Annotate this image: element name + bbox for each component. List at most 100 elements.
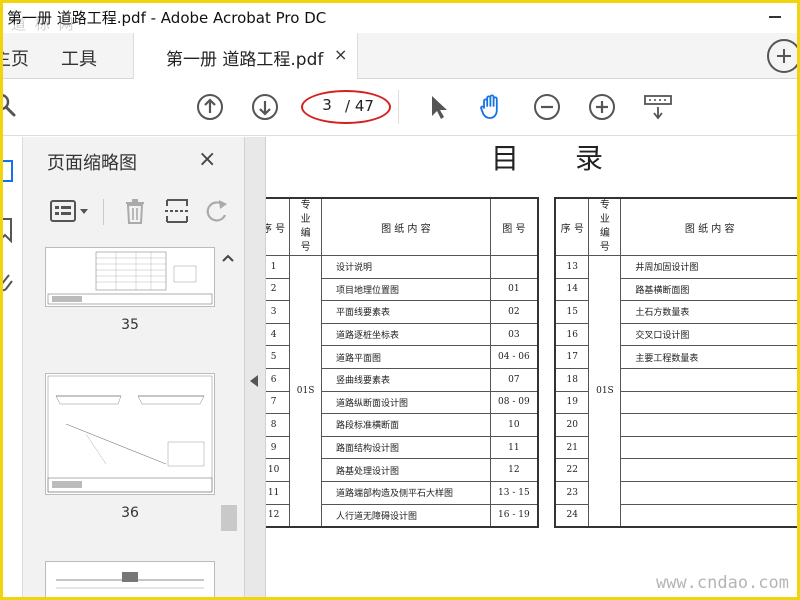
thumbnail-toolbar <box>43 195 243 229</box>
drawing-number: 07 <box>489 367 539 392</box>
search-icon[interactable] <box>3 94 17 118</box>
row-number: 4 <box>266 322 291 347</box>
rotate-page-icon[interactable] <box>203 197 231 225</box>
drawing-title <box>620 503 797 528</box>
bookmarks-icon[interactable] <box>3 217 17 243</box>
close-tab-icon[interactable]: × <box>334 45 347 64</box>
page-thumbnails-panel: 页面缩略图 × 35 36 <box>23 137 244 597</box>
row-number: 21 <box>554 435 590 460</box>
drawing-title: 井周加固设计图 <box>620 255 797 279</box>
row-number: 16 <box>554 322 590 347</box>
row-number: 8 <box>266 413 291 437</box>
row-number: 6 <box>266 367 291 392</box>
panel-title: 页面缩略图 <box>47 153 137 174</box>
watermark-logo-top: 道 标 网 <box>11 15 76 33</box>
minimize-button[interactable] <box>769 7 783 21</box>
drawing-title <box>620 390 797 415</box>
tab-document[interactable]: 第一册 道路工程.pdf × <box>133 33 358 79</box>
row-number: 13 <box>554 255 590 279</box>
document-heading: 目录 <box>491 142 660 175</box>
keyboard-scroll-icon[interactable] <box>643 93 673 121</box>
drawing-title: 交叉口设计图 <box>620 322 797 347</box>
tab-bar: 主页 工具 第一册 道路工程.pdf × <box>3 33 797 79</box>
drawing-title: 路面结构设计图 <box>320 435 491 460</box>
thumbnail-list: 35 36 <box>23 247 223 597</box>
drawing-number: 04 - 06 <box>489 345 539 369</box>
drawing-title: 项目地理位置图 <box>320 277 491 302</box>
navigation-pane-icons <box>3 137 23 597</box>
drawing-title <box>620 480 797 505</box>
select-arrow-icon[interactable] <box>425 93 453 121</box>
thumbnail-options-icon[interactable] <box>49 197 91 225</box>
row-number: 3 <box>266 300 291 324</box>
tab-home[interactable]: 主页 <box>3 45 29 71</box>
drawing-title: 道路逐桩坐标表 <box>320 322 491 347</box>
drawing-title: 竖曲线要素表 <box>320 367 491 392</box>
drawing-number: 12 <box>489 458 539 482</box>
row-number: 9 <box>266 435 291 460</box>
page-up-icon[interactable] <box>196 93 224 121</box>
drawing-title: 路基处理设计图 <box>320 458 491 482</box>
close-panel-icon[interactable]: × <box>198 147 216 172</box>
add-tab-icon[interactable] <box>767 39 797 73</box>
attachments-icon[interactable] <box>3 271 17 297</box>
row-number: 24 <box>554 503 590 528</box>
tab-tools[interactable]: 工具 <box>61 45 97 71</box>
drawing-title: 土石方数量表 <box>620 300 797 324</box>
column-header: 序 号 <box>266 197 291 256</box>
row-number: 2 <box>266 277 291 302</box>
table-row: 13 01S 井周加固设计图 <box>554 254 797 528</box>
page-number-input[interactable] <box>315 96 339 114</box>
panel-collapse-bar[interactable] <box>244 137 266 597</box>
thumbnail-page-36[interactable] <box>45 373 215 495</box>
table-row: 1 01S 设计说明 <box>266 254 539 528</box>
thumbnail-page-37[interactable] <box>45 561 215 597</box>
scrollbar-thumb[interactable] <box>221 505 237 531</box>
column-header: 图 纸 内 容 <box>320 197 491 256</box>
drawing-number: 03 <box>489 322 539 347</box>
toc-table-left: 序 号 专 业 编 号 图 纸 内 容 图 号 1 01S 设计说明 2 项目地理位置图… <box>266 197 539 528</box>
column-header: 图 号 <box>489 197 539 256</box>
drawing-number: 01 <box>489 277 539 302</box>
thumbnail-scrollbar[interactable] <box>219 247 239 597</box>
scroll-up-icon[interactable] <box>222 251 234 265</box>
document-view[interactable]: 目录 序 号 专 业 编 号 图 纸 内 容 图 号 1 01S 设计说明 2 项目地理… <box>266 137 797 597</box>
zoom-in-icon[interactable] <box>588 93 616 121</box>
insert-page-icon[interactable] <box>163 197 191 225</box>
page-thumbnails-icon[interactable] <box>3 159 17 185</box>
delete-page-icon[interactable] <box>121 197 149 225</box>
row-number: 17 <box>554 345 590 369</box>
row-number: 15 <box>554 300 590 324</box>
drawing-title <box>620 413 797 437</box>
drawing-title <box>620 458 797 482</box>
acrobat-window: 第一册 道路工程.pdf - Adobe Acrobat Pro DC 道 标 … <box>3 3 797 597</box>
discipline-code: 01S <box>289 254 322 528</box>
thumbnail-page-35[interactable] <box>45 247 215 307</box>
collapse-panel-icon[interactable] <box>250 375 258 387</box>
row-number: 22 <box>554 458 590 482</box>
row-number: 23 <box>554 480 590 505</box>
drawing-title: 平面线要素表 <box>320 300 491 324</box>
page-down-icon[interactable] <box>251 93 279 121</box>
drawing-title: 路段标准横断面 <box>320 413 491 437</box>
row-number: 20 <box>554 413 590 437</box>
thumbnail-label: 35 <box>121 317 139 333</box>
row-number: 11 <box>266 480 291 505</box>
drawing-number: 16 - 19 <box>489 503 539 528</box>
watermark-url: www.cndao.com <box>655 573 789 593</box>
hand-tool-icon[interactable] <box>477 93 505 121</box>
column-header: 专 业 编 号 <box>588 197 622 256</box>
drawing-number: 11 <box>489 435 539 460</box>
row-number: 1 <box>266 255 291 279</box>
zoom-out-icon[interactable] <box>533 93 561 121</box>
discipline-code: 01S <box>588 254 622 528</box>
toolbar: / 47 <box>3 80 797 136</box>
toolbar-divider <box>398 90 399 124</box>
drawing-title: 设计说明 <box>320 255 491 279</box>
row-number: 19 <box>554 390 590 415</box>
column-header: 序 号 <box>554 197 590 256</box>
drawing-number: 13 - 15 <box>489 480 539 505</box>
row-number: 18 <box>554 367 590 392</box>
toc-table-right: 序 号 专 业 编 号 图 纸 内 容 13 01S 井周加固设计图 14 路基横断面图… <box>554 197 797 528</box>
row-number: 12 <box>266 503 291 528</box>
